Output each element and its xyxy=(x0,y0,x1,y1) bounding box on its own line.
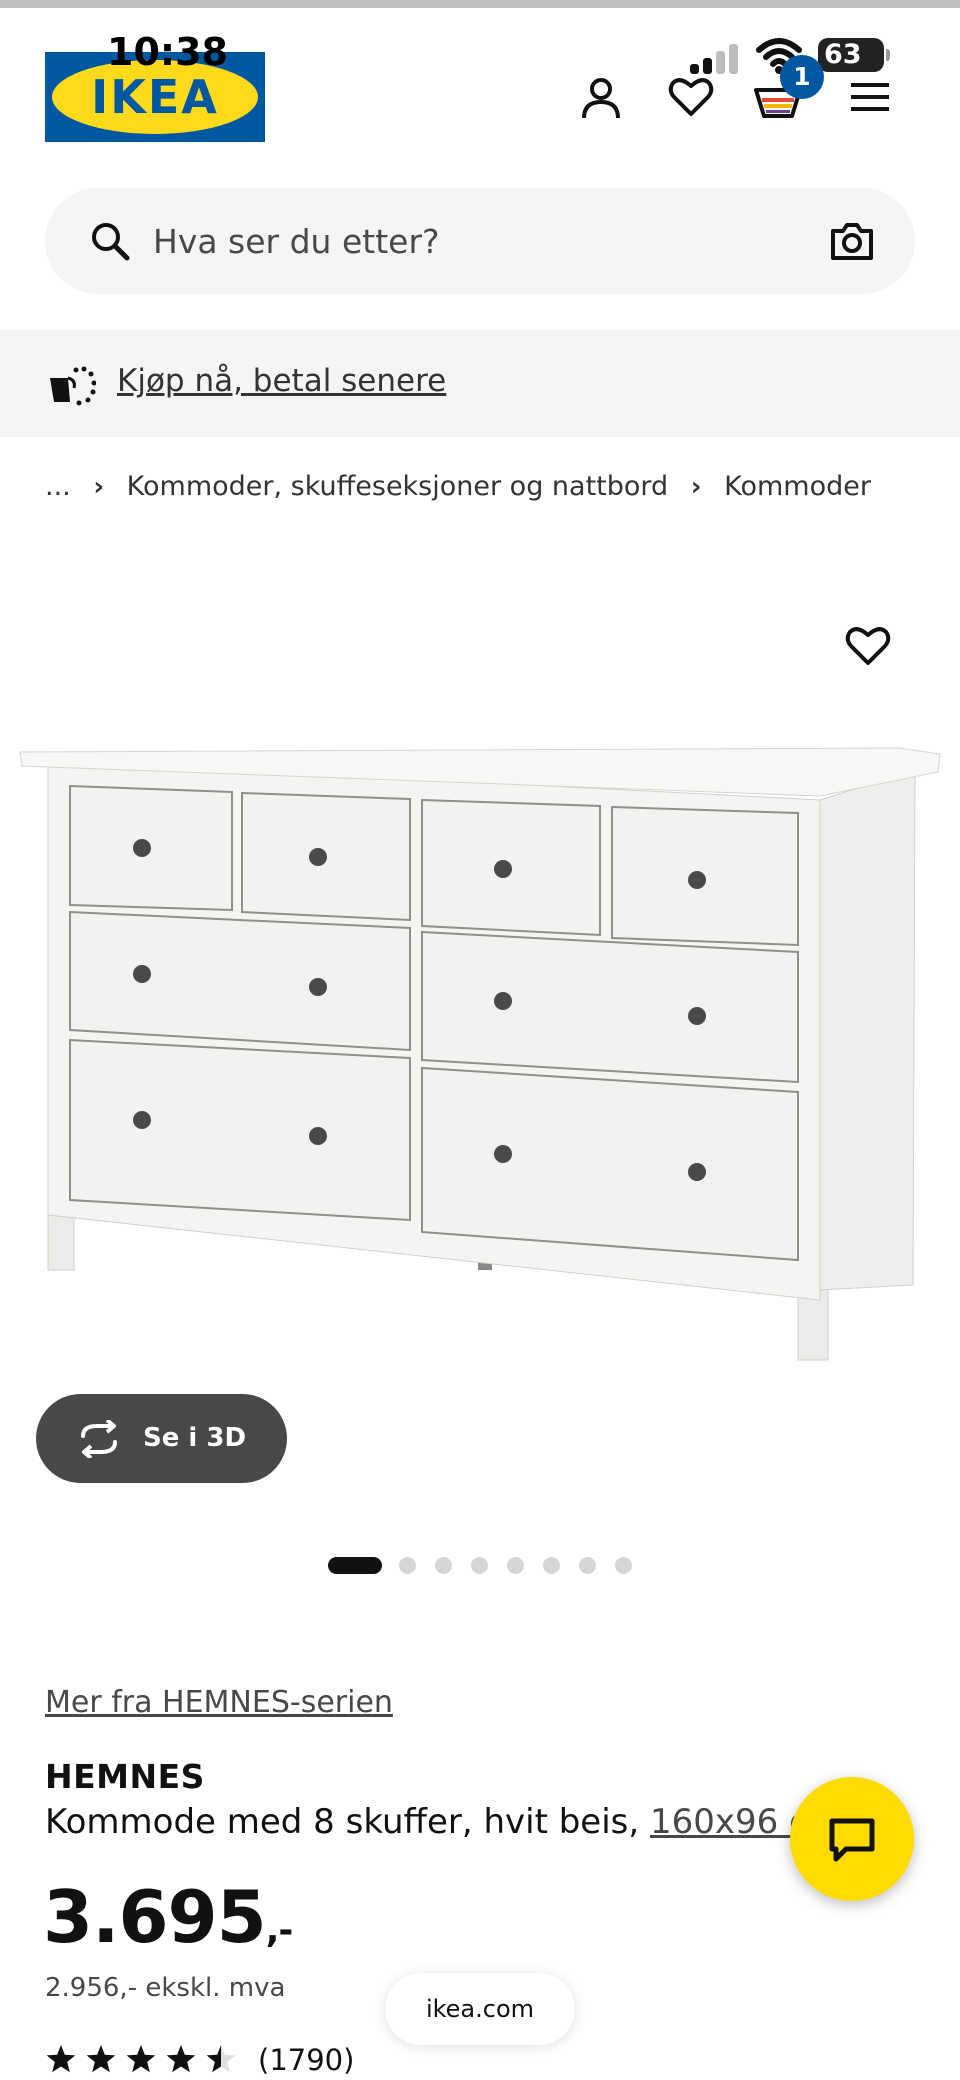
breadcrumb: ... › Kommoder, skuffeseksjoner og nattb… xyxy=(45,466,871,506)
account-icon[interactable] xyxy=(577,74,625,122)
price-ex-vat: 2.956,- ekskl. mva xyxy=(45,1973,286,2003)
product-description-text: Kommode med 8 skuffer, hvit beis, xyxy=(45,1802,650,1842)
rating-stars[interactable] xyxy=(45,2043,245,2077)
search-icon xyxy=(92,223,130,261)
pay-later-icon xyxy=(50,366,96,406)
search-input[interactable] xyxy=(153,210,813,272)
star-fill-icon xyxy=(166,2045,196,2073)
battery-level: 63 xyxy=(824,39,862,70)
view-3d-label: Se i 3D xyxy=(143,1423,247,1453)
chevron-right-icon: › xyxy=(690,471,702,502)
chat-button[interactable] xyxy=(790,1777,914,1901)
star-fill-icon xyxy=(86,2045,116,2073)
product-name: HEMNES xyxy=(45,1757,205,1796)
logo-text: IKEA xyxy=(91,70,219,124)
favorite-product-icon[interactable] xyxy=(845,625,891,667)
product-image[interactable] xyxy=(0,700,960,1380)
promo-banner: Kjøp nå, betal senere xyxy=(0,330,960,437)
battery-cap xyxy=(886,49,890,61)
cart-count-badge: 1 xyxy=(780,55,824,99)
product-description: Kommode med 8 skuffer, hvit beis, 160x96… xyxy=(45,1801,795,1843)
battery-indicator: 63 xyxy=(818,38,890,72)
gallery-dot[interactable] xyxy=(579,1557,596,1574)
pay-later-link[interactable]: Kjøp nå, betal senere xyxy=(117,361,446,401)
series-link[interactable]: Mer fra HEMNES-serien xyxy=(45,1683,393,1723)
size-link[interactable]: 160x96 cm xyxy=(650,1802,795,1842)
product-price: 3.695,- xyxy=(43,1872,294,1976)
heart-icon[interactable] xyxy=(668,76,714,118)
chat-icon xyxy=(829,1818,875,1862)
gallery-dot[interactable] xyxy=(435,1557,452,1574)
camera-icon[interactable] xyxy=(830,221,874,261)
chevron-right-icon: › xyxy=(93,471,105,502)
gallery-dot[interactable] xyxy=(543,1557,560,1574)
breadcrumb-ellipsis[interactable]: ... xyxy=(45,467,71,507)
gallery-dot[interactable] xyxy=(615,1557,632,1574)
breadcrumb-item[interactable]: Kommoder, skuffeseksjoner og nattbord xyxy=(127,467,669,507)
browser-url-pill[interactable]: ikea.com xyxy=(385,1973,575,2045)
gallery-dot[interactable] xyxy=(399,1557,416,1574)
search-bar[interactable] xyxy=(45,188,915,294)
breadcrumb-item[interactable]: Kommoder xyxy=(724,467,871,507)
price-value: 3.695 xyxy=(43,1875,267,1959)
rotate-icon xyxy=(81,1420,117,1458)
gallery-dot[interactable] xyxy=(507,1557,524,1574)
view-3d-button[interactable]: Se i 3D xyxy=(36,1394,287,1483)
star-fill-icon xyxy=(46,2045,76,2073)
menu-icon[interactable] xyxy=(849,80,891,114)
price-suffix: ,- xyxy=(265,1910,294,1951)
review-count[interactable]: (1790) xyxy=(258,2040,354,2080)
star-fill-icon xyxy=(126,2045,156,2073)
gallery-dot[interactable] xyxy=(471,1557,488,1574)
gallery-dot[interactable] xyxy=(328,1557,382,1574)
status-time: 10:38 xyxy=(107,30,228,74)
cellular-signal-icon xyxy=(690,42,740,74)
url-text: ikea.com xyxy=(425,1995,535,2023)
top-edge xyxy=(0,0,960,8)
